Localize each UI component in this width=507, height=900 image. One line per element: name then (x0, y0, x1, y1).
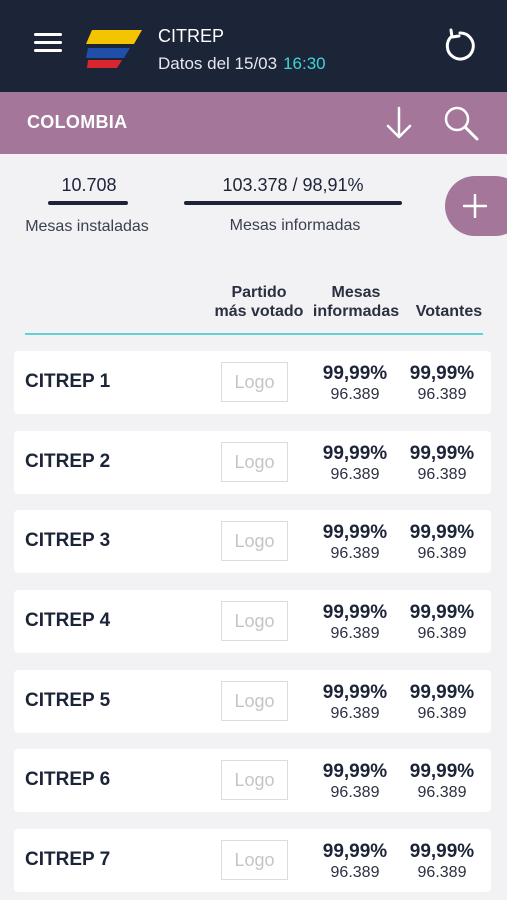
arrow-down-icon[interactable] (384, 105, 414, 141)
menu-button[interactable] (34, 33, 64, 59)
mesas-pct: 99,99% (322, 363, 388, 384)
votantes-pct: 99,99% (409, 841, 475, 862)
row-name: CITREP 2 (25, 451, 111, 472)
col-header-partido-line1: Partido (231, 284, 287, 301)
votantes-count: 96.389 (417, 625, 467, 642)
table-row[interactable]: CITREP 6 Logo 99,99% 96.389 99,99% 96.38… (14, 749, 491, 812)
row-name: CITREP 4 (25, 610, 111, 631)
votantes-pct: 99,99% (409, 682, 475, 703)
votantes-count: 96.389 (417, 466, 467, 483)
col-header-votantes: Votantes (415, 303, 483, 320)
table-row[interactable]: CITREP 7 Logo 99,99% 96.389 99,99% 96.38… (14, 829, 491, 892)
votantes-pct: 99,99% (409, 522, 475, 543)
hamburger-menu-icon-bar (34, 41, 62, 44)
hamburger-menu-icon-bar (34, 49, 62, 52)
col-header-mesas-line1: Mesas (331, 284, 381, 301)
col-header-mesas-line2: informadas (312, 303, 400, 320)
party-logo-placeholder: Logo (221, 521, 288, 561)
region-name[interactable]: COLOMBIA (27, 112, 127, 133)
mesas-pct: 99,99% (322, 682, 388, 703)
row-name: CITREP 1 (25, 371, 111, 392)
mesas-instaladas-label: Mesas instaladas (25, 218, 149, 235)
mesas-informadas-value: 103.378 / 98,91% (222, 175, 364, 195)
mesas-informadas-underline (184, 201, 402, 205)
header-divider (25, 333, 483, 335)
table-row[interactable]: CITREP 5 Logo 99,99% 96.389 99,99% 96.38… (14, 670, 491, 733)
party-logo-placeholder: Logo (221, 442, 288, 482)
party-logo-placeholder: Logo (221, 681, 288, 721)
votantes-count: 96.389 (417, 784, 467, 801)
app-title: CITREP (158, 26, 225, 46)
row-name: CITREP 6 (25, 769, 111, 790)
party-logo-placeholder: Logo (221, 760, 288, 800)
party-logo-placeholder: Logo (221, 362, 288, 402)
add-button[interactable] (445, 176, 507, 236)
col-header-partido-line2: más votado (214, 303, 304, 320)
votantes-pct: 99,99% (409, 602, 475, 623)
row-name: CITREP 5 (25, 690, 111, 711)
votantes-count: 96.389 (417, 705, 467, 722)
data-time: 16:30 (283, 54, 326, 73)
votantes-pct: 99,99% (409, 363, 475, 384)
mesas-count: 96.389 (330, 784, 380, 801)
votantes-pct: 99,99% (409, 761, 475, 782)
mesas-count: 96.389 (330, 625, 380, 642)
refresh-icon[interactable] (442, 28, 478, 64)
table-row[interactable]: CITREP 2 Logo 99,99% 96.389 99,99% 96.38… (14, 431, 491, 494)
mesas-pct: 99,99% (322, 841, 388, 862)
mesas-informadas-label: Mesas informadas (229, 217, 361, 234)
mesas-count: 96.389 (330, 545, 380, 562)
mesas-pct: 99,99% (322, 602, 388, 623)
mesas-instaladas-value: 10.708 (61, 175, 117, 195)
col-header-mesas: Mesas informadas (312, 283, 400, 321)
table-row[interactable]: CITREP 4 Logo 99,99% 96.389 99,99% 96.38… (14, 590, 491, 653)
mesas-pct: 99,99% (322, 522, 388, 543)
row-name: CITREP 3 (25, 530, 111, 551)
table-row[interactable]: CITREP 3 Logo 99,99% 96.389 99,99% 96.38… (14, 510, 491, 573)
mesas-instaladas-underline (48, 201, 128, 205)
row-name: CITREP 7 (25, 849, 111, 870)
mesas-pct: 99,99% (322, 443, 388, 464)
table-row[interactable]: CITREP 1 Logo 99,99% 96.389 99,99% 96.38… (14, 351, 491, 414)
votantes-pct: 99,99% (409, 443, 475, 464)
party-logo-placeholder: Logo (221, 840, 288, 880)
votantes-count: 96.389 (417, 386, 467, 403)
mesas-count: 96.389 (330, 386, 380, 403)
mesas-count: 96.389 (330, 466, 380, 483)
mesas-count: 96.389 (330, 864, 380, 881)
mesas-pct: 99,99% (322, 761, 388, 782)
plus-icon (463, 194, 487, 218)
col-header-partido: Partido más votado (212, 283, 306, 321)
mesas-count: 96.389 (330, 705, 380, 722)
colombia-flag-logo (86, 30, 142, 68)
data-date-text: Datos del 15/03 (158, 54, 278, 73)
votantes-count: 96.389 (417, 545, 467, 562)
party-logo-placeholder: Logo (221, 601, 288, 641)
search-icon[interactable] (442, 104, 480, 142)
region-bar: COLOMBIA (0, 92, 507, 154)
hamburger-menu-icon (34, 33, 62, 36)
app-header: CITREP Datos del 15/03 16:30 (0, 0, 507, 92)
data-date-label: Datos del 15/03 16:30 (158, 54, 326, 74)
votantes-count: 96.389 (417, 864, 467, 881)
